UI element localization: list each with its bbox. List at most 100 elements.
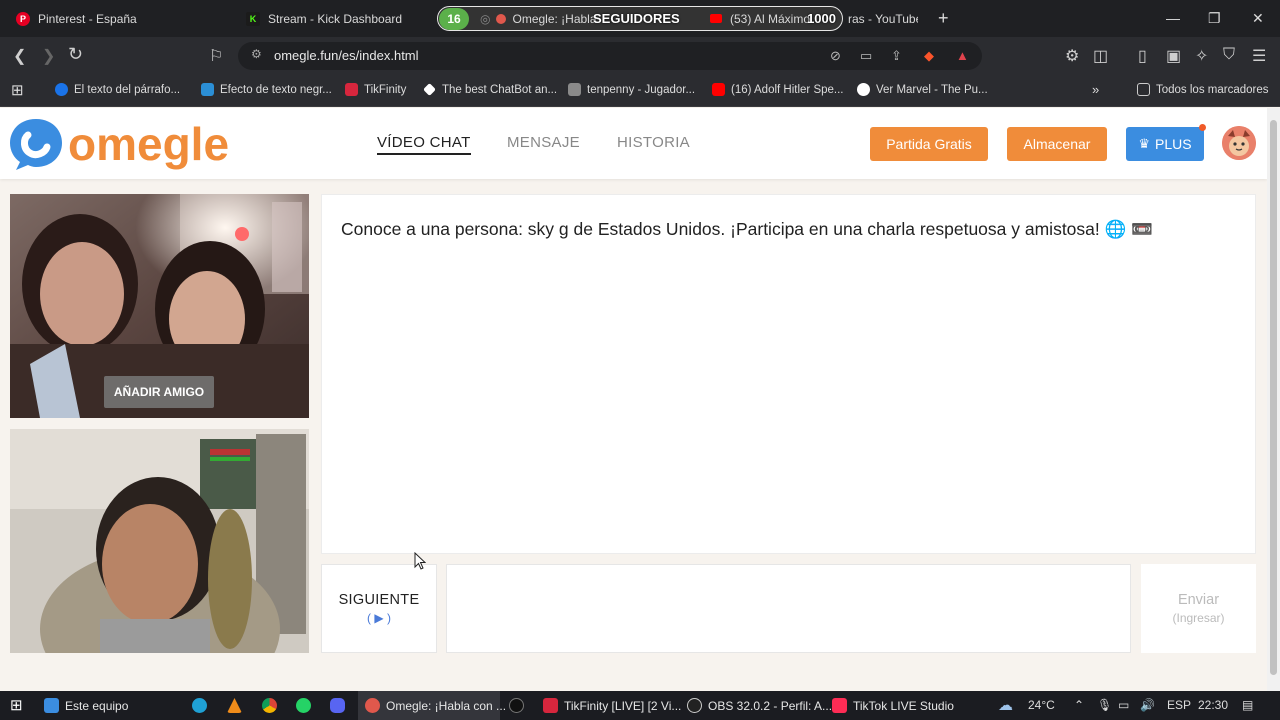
discord-icon[interactable] bbox=[330, 698, 345, 713]
mute-icon: ◎ bbox=[480, 11, 491, 26]
omegle-page: omegle VÍDEO CHAT MENSAJE HISTORIA Parti… bbox=[0, 108, 1267, 691]
taskbar-item-tiktok[interactable]: TikTok LIVE Studio bbox=[832, 698, 954, 713]
followers-goal: 1000 bbox=[807, 11, 836, 26]
wallet-icon[interactable]: ▣ bbox=[1166, 46, 1181, 66]
more-bookmarks-icon[interactable]: » bbox=[1092, 82, 1099, 97]
browser-tab-kick[interactable]: K Stream - Kick Dashboard bbox=[238, 5, 433, 32]
cast-icon[interactable]: ▭ bbox=[860, 48, 872, 64]
apps-icon[interactable]: ⊞ bbox=[11, 81, 24, 99]
sidebar-icon[interactable]: ▯ bbox=[1138, 46, 1147, 66]
brave-rewards-icon[interactable]: ▲ bbox=[956, 48, 969, 63]
send-hint: (Ingresar) bbox=[1172, 611, 1225, 625]
temperature[interactable]: 24°C bbox=[1028, 698, 1055, 712]
whatsapp-icon[interactable] bbox=[296, 698, 311, 713]
bookmark-favicon-icon bbox=[345, 83, 358, 96]
bookmark-label: TikFinity bbox=[364, 83, 407, 96]
bookmark-item[interactable]: The best ChatBot an... bbox=[423, 83, 557, 96]
brave-icon bbox=[365, 698, 380, 713]
taskbar-label: Este equipo bbox=[65, 698, 129, 713]
tiktok-icon bbox=[832, 698, 847, 713]
omegle-logo[interactable]: omegle bbox=[8, 117, 229, 171]
bookmark-label: (16) Adolf Hitler Spe... bbox=[731, 83, 844, 96]
microphone-icon[interactable]: 🎙 bbox=[1097, 698, 1112, 712]
new-tab-icon[interactable]: + bbox=[938, 8, 949, 29]
page-scrollbar[interactable] bbox=[1267, 108, 1280, 691]
back-icon[interactable]: ❮ bbox=[13, 46, 26, 66]
bookmark-item[interactable]: TikFinity bbox=[345, 83, 406, 96]
reader-off-icon[interactable]: ⊘ bbox=[830, 48, 841, 64]
capcut-icon[interactable] bbox=[509, 698, 524, 713]
leo-icon[interactable]: ✧ bbox=[1195, 46, 1208, 66]
start-icon[interactable]: ⊞ bbox=[10, 696, 23, 714]
youtube-icon bbox=[712, 83, 725, 96]
site-settings-icon[interactable]: ⚙ bbox=[251, 47, 262, 61]
address-bar[interactable]: ⚙ omegle.fun/es/index.html ⊘ ▭ ⇪ ◆ ▲ bbox=[238, 42, 982, 70]
avatar[interactable] bbox=[1222, 126, 1256, 160]
windows-taskbar: ⊞ Este equipo Omegle: ¡Habla con ... Tik… bbox=[0, 691, 1280, 720]
close-icon[interactable]: ✕ bbox=[1252, 10, 1264, 27]
plus-button[interactable]: ♛ PLUS bbox=[1126, 127, 1204, 161]
restore-icon[interactable]: ❐ bbox=[1208, 10, 1221, 27]
all-bookmarks-folder[interactable]: Todos los marcadores bbox=[1137, 83, 1269, 96]
url-text[interactable]: omegle.fun/es/index.html bbox=[274, 48, 419, 63]
volume-icon[interactable]: 🔊 bbox=[1140, 698, 1155, 712]
browser-toolbar: ❮ ❯ ↻ ⚐ ⚙ omegle.fun/es/index.html ⊘ ▭ ⇪… bbox=[0, 37, 1280, 75]
weather-icon[interactable]: ☁ bbox=[998, 696, 1013, 714]
taskbar-item-explorer[interactable]: Este equipo bbox=[44, 698, 128, 713]
nav-video-chat[interactable]: VÍDEO CHAT bbox=[377, 134, 471, 155]
bookmark-favicon-icon bbox=[201, 83, 214, 96]
bookmark-icon[interactable]: ⚐ bbox=[209, 46, 223, 66]
language-indicator[interactable]: ESP bbox=[1167, 698, 1191, 712]
bookmark-favicon-icon bbox=[55, 83, 68, 96]
taskbar-item-obs[interactable]: OBS 32.0.2 - Perfil: A... bbox=[687, 698, 832, 713]
brave-shields-icon[interactable]: ◆ bbox=[924, 48, 934, 64]
youtube-icon bbox=[710, 14, 722, 23]
nav-messages[interactable]: MENSAJE bbox=[507, 134, 580, 151]
message-input[interactable] bbox=[446, 564, 1131, 653]
obs-icon bbox=[687, 698, 702, 713]
clock[interactable]: 22:30 bbox=[1198, 698, 1228, 712]
vpn-icon[interactable]: ⛉ bbox=[1223, 46, 1235, 64]
crown-icon: ♛ bbox=[1138, 136, 1151, 151]
minimize-icon[interactable]: — bbox=[1166, 10, 1180, 26]
forward-icon[interactable]: ❯ bbox=[42, 46, 55, 66]
tab-title: (53) Al Máximo bbox=[730, 11, 811, 26]
bookmark-item[interactable]: Ver Marvel - The Pu... bbox=[857, 83, 988, 96]
notifications-icon[interactable]: ▤ bbox=[1242, 698, 1253, 712]
send-button[interactable]: Enviar (Ingresar) bbox=[1141, 564, 1256, 653]
bookmark-item[interactable]: Efecto de texto negr... bbox=[201, 83, 332, 96]
bookmark-item[interactable]: tenpenny - Jugador... bbox=[568, 83, 695, 96]
bookmark-favicon-icon bbox=[857, 83, 870, 96]
taskbar-label: TikTok LIVE Studio bbox=[853, 698, 954, 713]
menu-icon[interactable]: ☰ bbox=[1252, 46, 1266, 66]
extensions-icon[interactable]: ⚙ bbox=[1065, 46, 1079, 66]
chrome-icon[interactable] bbox=[262, 698, 277, 713]
browser-tab-youtube[interactable]: (53) Al Máximo bbox=[710, 12, 810, 26]
next-button[interactable]: SIGUIENTE ( ▶ ) bbox=[321, 564, 437, 653]
taskbar-item-tikfinity[interactable]: TikFinity [LIVE] [2 Vi... bbox=[543, 698, 681, 713]
next-label: SIGUIENTE bbox=[338, 592, 420, 608]
vlc-icon[interactable] bbox=[227, 698, 242, 713]
store-button[interactable]: Almacenar bbox=[1007, 127, 1107, 161]
whatsapp-logo-icon bbox=[296, 698, 311, 713]
browser-tab-pinterest[interactable]: P Pinterest - España bbox=[6, 5, 231, 32]
omegle-icon bbox=[496, 13, 507, 24]
share-icon[interactable]: ⇪ bbox=[891, 48, 902, 64]
edge-icon[interactable] bbox=[192, 698, 207, 713]
logo-text: omegle bbox=[68, 118, 230, 170]
network-icon[interactable]: ▭ bbox=[1118, 698, 1129, 712]
add-friend-button[interactable]: AÑADIR AMIGO bbox=[104, 376, 214, 408]
taskbar-item-omegle[interactable]: Omegle: ¡Habla con ... bbox=[365, 698, 506, 713]
bookmark-label: El texto del párrafo... bbox=[74, 83, 181, 96]
reload-icon[interactable]: ↻ bbox=[68, 44, 83, 65]
bookmark-item[interactable]: El texto del párrafo... bbox=[55, 83, 180, 96]
free-game-button[interactable]: Partida Gratis bbox=[870, 127, 988, 161]
bookmark-item[interactable]: (16) Adolf Hitler Spe... bbox=[712, 83, 844, 96]
tray-expand-icon[interactable]: ⌃ bbox=[1074, 698, 1084, 712]
screenshot-icon[interactable]: ◫ bbox=[1093, 46, 1108, 66]
browser-tab-omegle[interactable]: ◎ Omegle: ¡Habla bbox=[480, 12, 597, 26]
scrollbar-thumb[interactable] bbox=[1270, 120, 1277, 675]
plus-label: PLUS bbox=[1155, 136, 1192, 152]
discord-logo-icon bbox=[330, 698, 345, 713]
nav-history[interactable]: HISTORIA bbox=[617, 134, 690, 151]
